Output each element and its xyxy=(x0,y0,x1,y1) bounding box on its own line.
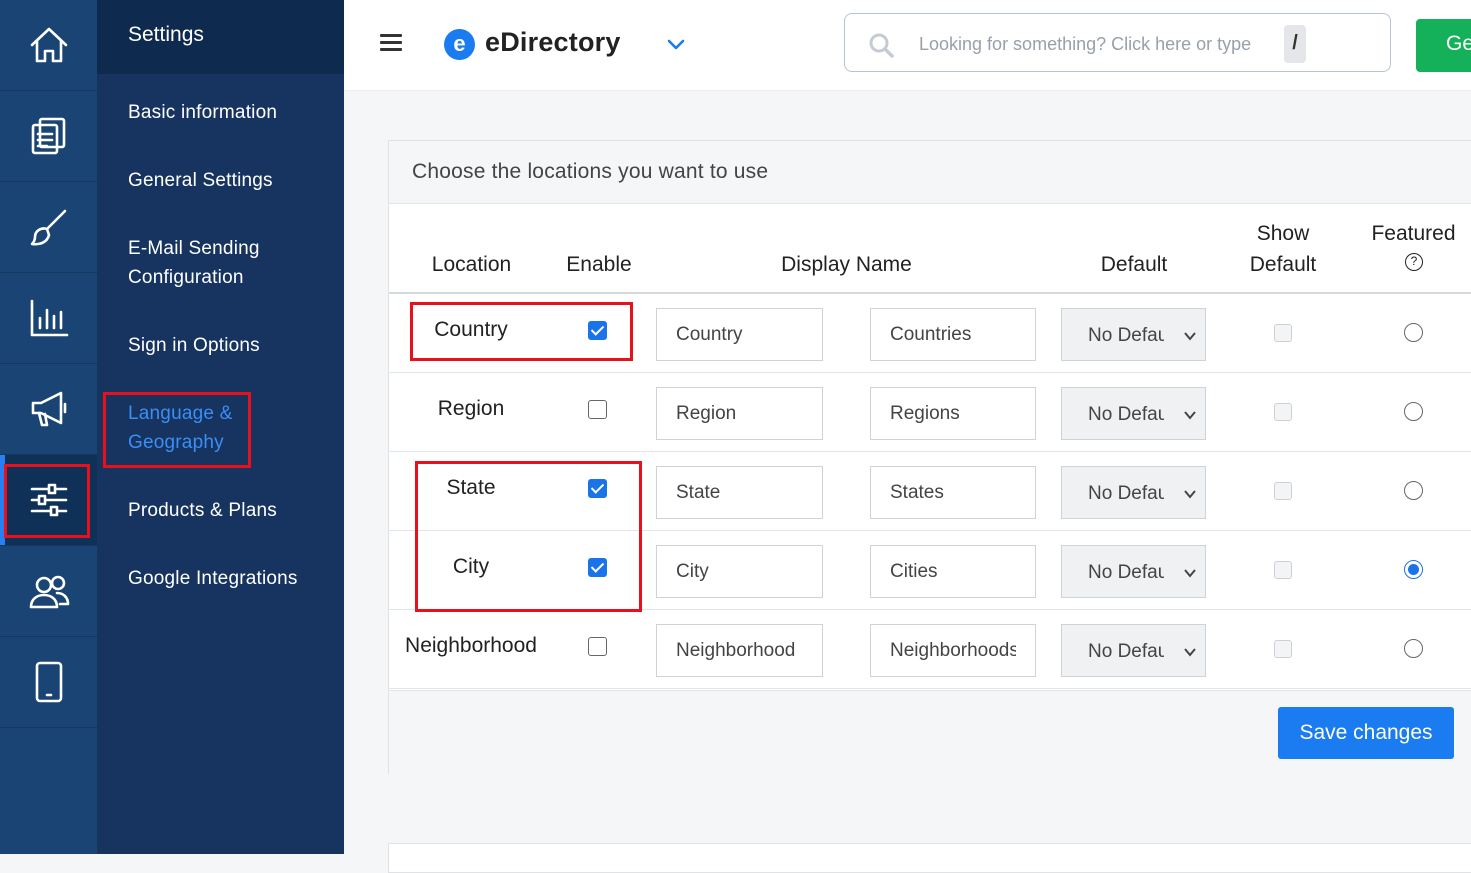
plural-name-input[interactable] xyxy=(870,308,1036,361)
rail-documents[interactable] xyxy=(0,91,97,182)
mobile-icon xyxy=(35,661,62,703)
bar-chart-icon xyxy=(30,299,68,337)
plural-name-input[interactable] xyxy=(870,466,1036,519)
brush-icon xyxy=(30,209,66,246)
brand-name[interactable]: eDirectory xyxy=(485,27,621,58)
sidebar-item-basic-information[interactable]: Basic information xyxy=(128,98,338,127)
documents-icon xyxy=(31,117,65,155)
default-select[interactable]: No Default xyxy=(1061,387,1206,440)
card-footer: Save changes xyxy=(389,690,1471,775)
card-title: Choose the locations you want to use xyxy=(389,141,1471,204)
default-select-value: No Default xyxy=(1088,562,1164,583)
search-icon xyxy=(869,33,894,58)
rail-users[interactable] xyxy=(0,546,97,637)
rail-mobile[interactable] xyxy=(0,637,97,728)
next-card xyxy=(388,843,1471,873)
highlight-language-geography xyxy=(103,392,251,468)
default-select[interactable]: No Default xyxy=(1061,308,1206,361)
featured-radio[interactable] xyxy=(1404,481,1423,500)
help-icon[interactable]: ? xyxy=(1405,253,1423,271)
chevron-down-icon xyxy=(1184,332,1196,341)
rail-reports[interactable] xyxy=(0,273,97,364)
default-select-value: No Default xyxy=(1088,483,1164,504)
top-bar: e eDirectory / Ge xyxy=(344,0,1471,91)
enable-checkbox[interactable] xyxy=(588,400,607,419)
featured-radio[interactable] xyxy=(1404,639,1423,658)
hamburger-menu-icon[interactable] xyxy=(380,34,402,52)
search-box[interactable]: / xyxy=(844,13,1391,72)
home-icon xyxy=(30,27,67,63)
megaphone-icon xyxy=(31,391,66,427)
icon-rail xyxy=(0,0,97,854)
chevron-down-icon xyxy=(1184,490,1196,499)
singular-name-input[interactable] xyxy=(656,387,823,440)
users-icon xyxy=(29,575,69,609)
locations-card: Choose the locations you want to use Loc… xyxy=(388,140,1471,775)
singular-name-input[interactable] xyxy=(656,308,823,361)
featured-radio[interactable] xyxy=(1404,402,1423,421)
top-action-button[interactable]: Ge xyxy=(1416,19,1471,72)
chevron-down-icon xyxy=(1184,411,1196,420)
singular-name-input[interactable] xyxy=(656,624,823,677)
sidebar-item-google-integrations[interactable]: Google Integrations xyxy=(128,564,338,593)
sidebar-item-products-plans[interactable]: Products & Plans xyxy=(128,496,338,525)
plural-name-input[interactable] xyxy=(870,624,1036,677)
singular-name-input[interactable] xyxy=(656,466,823,519)
default-select[interactable]: No Default xyxy=(1061,466,1206,519)
sidebar-title: Settings xyxy=(97,0,344,74)
column-header-enable: Enable xyxy=(566,253,632,276)
search-shortcut-key: / xyxy=(1284,25,1306,63)
show-default-checkbox xyxy=(1274,403,1292,421)
default-select[interactable]: No Default xyxy=(1061,624,1206,677)
sidebar-item-general-settings[interactable]: General Settings xyxy=(128,166,338,195)
featured-radio[interactable] xyxy=(1404,323,1423,342)
chevron-down-icon[interactable] xyxy=(666,34,686,54)
sidebar-item-sign-in-options[interactable]: Sign in Options xyxy=(128,331,338,360)
column-header-featured: Featured xyxy=(1371,222,1456,245)
show-default-checkbox xyxy=(1274,640,1292,658)
search-input[interactable] xyxy=(919,30,1279,58)
default-select-value: No Default xyxy=(1088,325,1164,346)
column-header-location: Location xyxy=(431,253,512,276)
rail-home[interactable] xyxy=(0,0,97,91)
singular-name-input[interactable] xyxy=(656,545,823,598)
show-default-checkbox xyxy=(1274,561,1292,579)
table-row: Neighborhood No Default xyxy=(389,610,1471,689)
highlight-state-city-rows xyxy=(415,461,642,612)
rail-promote[interactable] xyxy=(0,364,97,455)
default-select-value: No Default xyxy=(1088,641,1164,662)
plural-name-input[interactable] xyxy=(870,545,1036,598)
default-select[interactable]: No Default xyxy=(1061,545,1206,598)
column-header-display-name: Display Name xyxy=(781,253,912,276)
save-changes-button[interactable]: Save changes xyxy=(1278,707,1454,759)
rail-design[interactable] xyxy=(0,182,97,273)
location-name: Neighborhood xyxy=(405,634,537,657)
show-default-checkbox xyxy=(1274,324,1292,342)
chevron-down-icon xyxy=(1184,648,1196,657)
brand-logo[interactable]: e xyxy=(444,29,475,60)
table-row: Region No Default xyxy=(389,373,1471,452)
chevron-down-icon xyxy=(1184,569,1196,578)
column-header-show-default: Show Default xyxy=(1249,222,1317,276)
location-name: Region xyxy=(437,397,505,420)
highlight-settings-icon xyxy=(4,464,90,538)
plural-name-input[interactable] xyxy=(870,387,1036,440)
sidebar-item-email-sending[interactable]: E-Mail Sending Configuration xyxy=(128,234,278,292)
default-select-value: No Default xyxy=(1088,404,1164,425)
column-header-default: Default xyxy=(1100,253,1168,276)
enable-checkbox[interactable] xyxy=(588,637,607,656)
featured-radio[interactable] xyxy=(1404,560,1423,579)
highlight-country-row xyxy=(410,302,633,361)
show-default-checkbox xyxy=(1274,482,1292,500)
